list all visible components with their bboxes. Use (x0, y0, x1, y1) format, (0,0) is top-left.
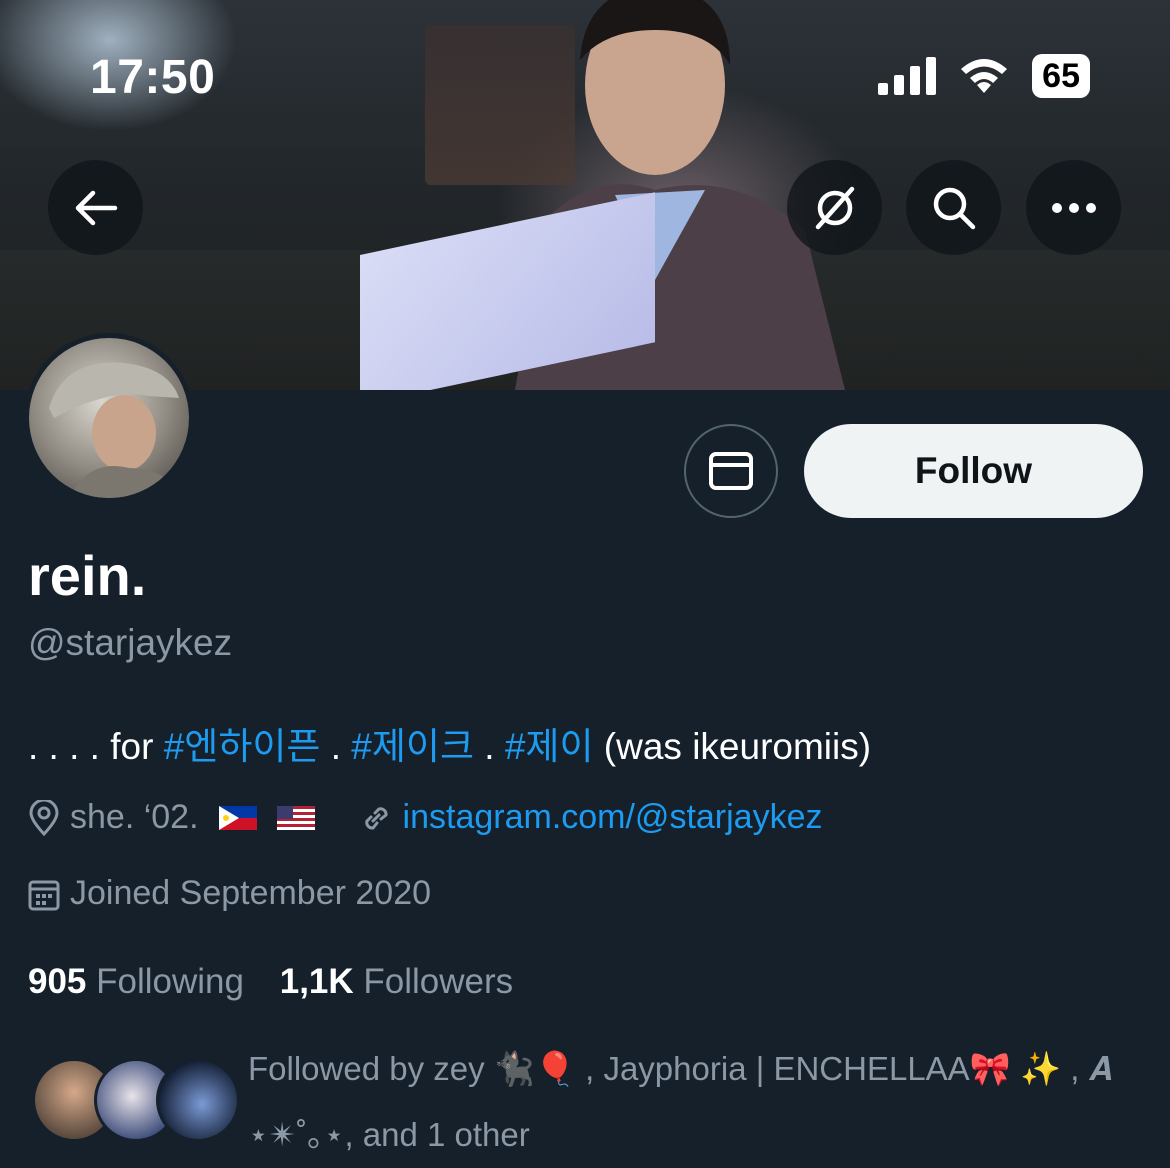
website-link[interactable]: instagram.com/@starjaykez (403, 798, 823, 837)
link-icon (364, 806, 388, 830)
bio-hashtag-enhypen[interactable]: #엔하이픈 (164, 726, 321, 767)
joined-item: Joined September 2020 (28, 874, 431, 913)
follow-button[interactable]: Follow (804, 424, 1143, 518)
bio-separator: . (320, 726, 352, 767)
more-horizontal-icon (1051, 202, 1096, 213)
followers-link[interactable]: 1,1K Followers (280, 962, 513, 1001)
grok-icon (815, 186, 854, 229)
battery-indicator: 65 (1032, 54, 1090, 98)
mutual-avatar (156, 1058, 240, 1142)
more-button[interactable] (1026, 160, 1121, 255)
location-text: she. ‘02. (70, 798, 199, 836)
avatar-illustration (49, 362, 179, 498)
bio-separator: . (474, 726, 505, 767)
followed-by-text[interactable]: Followed by zey 🐈‍⬛🎈 , Jayphoria | ENCHE… (248, 1036, 1128, 1168)
avatar-image (29, 338, 189, 498)
profile-meta-row: she. ‘02. instagram.com/@starjaykez (28, 798, 823, 837)
joined-text: Joined September 2020 (70, 874, 432, 912)
arrow-left-icon (75, 190, 117, 225)
mutual-followers-avatars[interactable] (32, 1058, 240, 1142)
search-button[interactable] (906, 160, 1001, 255)
status-indicators: 65 (878, 54, 1090, 98)
bio-hashtag-jake[interactable]: #제이크 (351, 726, 474, 767)
website-item[interactable]: instagram.com/@starjaykez (359, 798, 823, 837)
wifi-icon (961, 59, 1008, 93)
message-button[interactable] (684, 424, 778, 518)
joined-row: Joined September 2020 (28, 874, 431, 913)
envelope-icon (709, 452, 753, 490)
follow-counts: 905 Following 1,1K Followers (28, 962, 513, 1002)
followers-label: Followers (363, 962, 514, 1001)
followers-count: 1,1K (279, 962, 354, 1001)
status-time: 17:50 (90, 51, 216, 104)
profile-bio: . . . . for #엔하이픈 . #제이크 . #제이 (was ikeu… (28, 716, 871, 770)
philippines-flag-icon (218, 805, 257, 830)
calendar-icon (28, 880, 60, 910)
back-button[interactable] (48, 160, 143, 255)
signal-icon (878, 57, 937, 95)
grok-button[interactable] (787, 160, 882, 255)
bio-suffix: (was ikeuromiis) (593, 726, 872, 767)
search-icon (933, 187, 975, 229)
bio-hashtag-jay[interactable]: #제이 (505, 726, 594, 767)
following-count: 905 (28, 962, 87, 1001)
following-link[interactable]: 905 Following (28, 962, 244, 1001)
profile-avatar[interactable] (24, 333, 194, 503)
usa-flag-icon (276, 805, 315, 830)
following-label: Following (96, 962, 244, 1001)
location-item: she. ‘02. (28, 798, 315, 837)
location-pin-icon (29, 799, 59, 836)
profile-name: rein. (28, 544, 147, 607)
bio-prefix: . . . . for (28, 726, 164, 767)
profile-handle: @starjaykez (28, 622, 233, 663)
